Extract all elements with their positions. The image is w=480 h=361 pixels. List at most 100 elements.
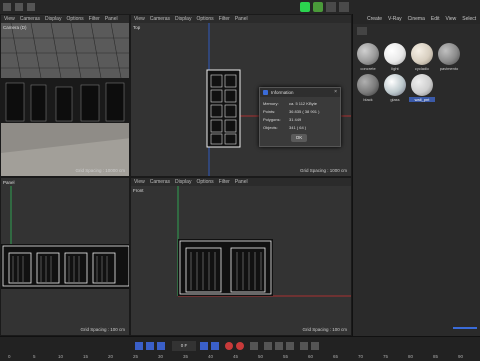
timeline-tick: 75 (383, 354, 389, 359)
menu-options[interactable]: Options (196, 16, 213, 22)
close-icon[interactable]: × (334, 89, 337, 95)
tool-icon[interactable] (27, 3, 35, 11)
material-concrete[interactable] (357, 43, 379, 65)
viewport-label: Top (133, 25, 141, 30)
front-view-geometry (177, 186, 351, 297)
viewport-perspective[interactable]: View Cameras Display Options Filter Pane… (0, 14, 130, 177)
material-black[interactable] (357, 74, 379, 96)
timeline-tick: 10 (58, 354, 64, 359)
dialog-titlebar[interactable]: Information × (260, 88, 340, 97)
viewport-label: Camera (D) (3, 25, 27, 30)
material-label: glass (390, 97, 400, 102)
render-icon[interactable] (3, 3, 11, 11)
material-cycladic[interactable] (411, 43, 433, 65)
next-frame-button[interactable] (200, 342, 208, 350)
menu-view[interactable]: View (446, 16, 457, 22)
menu-view[interactable]: View (4, 16, 15, 22)
rotate-key-icon[interactable] (275, 342, 283, 350)
pla-key-icon[interactable] (311, 342, 319, 350)
menu-view[interactable]: View (134, 16, 145, 22)
menu-filter[interactable]: Filter (219, 16, 230, 22)
menu-edit[interactable]: Edit (431, 16, 440, 22)
menu-filter[interactable]: Filter (89, 16, 100, 22)
memory-value: ca. 5 112 KByte (289, 101, 317, 106)
menu-create[interactable]: Create (367, 16, 382, 22)
material-label: pavimento (439, 66, 459, 71)
autokey-button[interactable] (236, 342, 244, 350)
timeline-tick: 55 (283, 354, 289, 359)
zoom-slider[interactable] (453, 327, 477, 329)
menu-display[interactable]: Display (175, 16, 191, 22)
light-icon[interactable] (339, 2, 349, 12)
tool-icon[interactable] (15, 3, 23, 11)
record-button[interactable] (225, 342, 233, 350)
param-key-icon[interactable] (300, 342, 308, 350)
move-key-icon[interactable] (264, 342, 272, 350)
grid-spacing: Grid Spacing : 100 cm (302, 327, 347, 332)
timeline-tick: 15 (83, 354, 89, 359)
timeline-tick: 60 (308, 354, 314, 359)
perspective-render (1, 23, 129, 176)
add-material-icon[interactable] (357, 27, 367, 35)
material-pavimento[interactable] (438, 43, 460, 65)
top-toolbar (0, 0, 480, 15)
object-icon[interactable] (313, 2, 323, 12)
timeline-tick: 45 (233, 354, 239, 359)
polygons-label: Polygons: (263, 117, 281, 122)
timeline-tick: 25 (133, 354, 139, 359)
render-view-icon[interactable] (300, 2, 310, 12)
menu-panel[interactable]: Panel (235, 179, 248, 185)
prev-key-button[interactable] (146, 342, 154, 350)
info-icon (263, 90, 268, 95)
scale-key-icon[interactable] (286, 342, 294, 350)
menu-vray[interactable]: V-Ray (388, 16, 402, 22)
material-label: black (363, 97, 373, 102)
timeline-tick: 0 (8, 354, 11, 359)
menu-select[interactable]: Select (462, 16, 476, 22)
next-key-button[interactable] (211, 342, 219, 350)
viewport-label: Front (133, 188, 144, 193)
menu-cameras[interactable]: Cameras (20, 16, 40, 22)
grid-spacing: Grid Spacing : 1000 cm (299, 168, 347, 173)
information-dialog[interactable]: Information × Memory: ca. 5 112 KByte Po… (259, 87, 341, 147)
menu-filter[interactable]: Filter (219, 179, 230, 185)
objects-label: Objects: (263, 125, 278, 130)
menu-view[interactable]: View (134, 179, 145, 185)
grid-spacing: Grid Spacing : 100 cm (80, 327, 125, 332)
menu-options[interactable]: Options (66, 16, 83, 22)
menu-display[interactable]: Display (45, 16, 61, 22)
keyframe-selection-button[interactable] (250, 342, 258, 350)
prev-frame-button[interactable] (157, 342, 165, 350)
current-frame-field[interactable]: 0 F (172, 341, 196, 351)
timeline-tick: 35 (183, 354, 189, 359)
menu-display[interactable]: Display (175, 179, 191, 185)
timeline-tick: 50 (258, 354, 264, 359)
dialog-title: Information (271, 90, 294, 95)
material-label: concrete (360, 66, 376, 71)
objects-value: 341 ( 64 ) (289, 125, 307, 130)
timeline-tick: 30 (158, 354, 164, 359)
material-menu: Create V-Ray Cinema Edit View Select (353, 14, 480, 24)
viewport-front[interactable]: View Cameras Display Options Filter Pane… (130, 177, 352, 336)
first-frame-button[interactable] (135, 342, 143, 350)
viewport-menu: View Cameras Display Options Filter Pane… (131, 178, 351, 186)
menu-options[interactable]: Options (196, 179, 213, 185)
menu-panel[interactable]: Panel (235, 16, 248, 22)
timeline-tick: 70 (358, 354, 364, 359)
material-manager: Create V-Ray Cinema Edit View Select con… (352, 14, 480, 336)
cube-icon[interactable] (326, 2, 336, 12)
timeline-bar: 0 F 0 5 10 15 20 25 30 35 40 45 50 55 60 65 70 75 80 85 90 (0, 336, 480, 361)
menu-cinema[interactable]: Cinema (408, 16, 425, 22)
menu-cameras[interactable]: Cameras (150, 179, 170, 185)
ok-button[interactable]: OK (291, 134, 307, 142)
memory-label: Memory: (263, 101, 279, 106)
timeline-tick: 5 (33, 354, 36, 359)
menu-panel[interactable]: Panel (105, 16, 118, 22)
menu-cameras[interactable]: Cameras (150, 16, 170, 22)
material-light[interactable] (384, 43, 406, 65)
viewport-menu: View Cameras Display Options Filter Pane… (131, 15, 351, 23)
viewport-menu: View Cameras Display Options Filter Pane… (1, 15, 129, 23)
material-wall-pnt[interactable] (411, 74, 433, 96)
viewport-panel[interactable]: Panel Grid Spacing : 100 cm (0, 177, 130, 336)
material-glass[interactable] (384, 74, 406, 96)
